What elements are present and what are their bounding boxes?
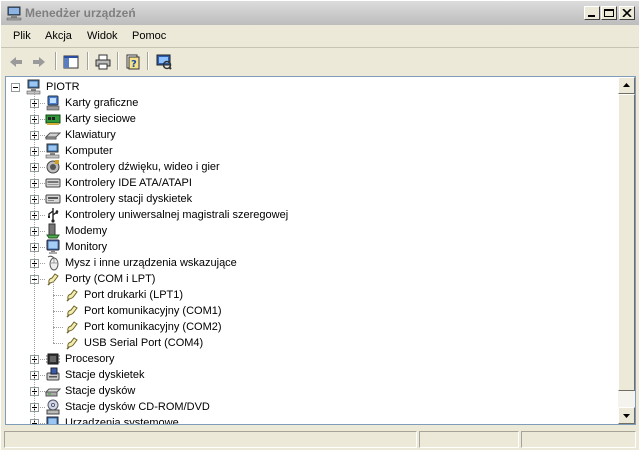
sound-controller-icon [45, 159, 61, 175]
scroll-down-button[interactable] [618, 407, 635, 424]
help-icon: ? [126, 54, 140, 70]
display-adapter-icon [45, 95, 61, 111]
port-icon [64, 319, 80, 335]
collapse-toggle[interactable] [11, 83, 20, 92]
keyboard-icon [44, 127, 62, 143]
floppy-controller-icon [45, 191, 61, 207]
status-pane-main [4, 431, 417, 448]
status-pane-2 [419, 431, 519, 448]
window-title: Menedżer urządzeń [25, 6, 136, 20]
maximize-button[interactable] [601, 6, 617, 20]
device-category[interactable]: Karty graficzne [65, 97, 138, 109]
toolbar-separator [87, 52, 89, 70]
printer-icon [95, 54, 111, 70]
menu-bar: Plik Akcja Widok Pomoc [1, 26, 639, 48]
device-manager-icon [6, 6, 22, 21]
menu-widok[interactable]: Widok [87, 30, 118, 42]
forward-arrow-icon [33, 57, 45, 67]
toolbar-separator [55, 52, 57, 70]
device-category[interactable]: Urządzenia systemowe [65, 417, 179, 424]
back-button[interactable] [6, 52, 26, 72]
device-item[interactable]: USB Serial Port (COM4) [84, 337, 203, 349]
device-item[interactable]: Port komunikacyjny (COM1) [84, 305, 222, 317]
device-category[interactable]: Komputer [65, 145, 113, 157]
menu-plik[interactable]: Plik [13, 30, 31, 42]
device-category[interactable]: Mysz i inne urządzenia wskazujące [65, 257, 237, 269]
device-category[interactable]: Karty sieciowe [65, 113, 136, 125]
device-category[interactable]: Kontrolery IDE ATA/ATAPI [65, 177, 192, 189]
close-icon [622, 9, 632, 17]
device-tree[interactable]: PIOTR Karty graficzne Karty sieciowe Klawia… [5, 76, 636, 425]
toolbar-separator [117, 52, 119, 70]
maximize-icon [604, 9, 614, 17]
ide-controller-icon [45, 175, 61, 191]
computer-icon [45, 143, 61, 159]
mouse-icon [45, 255, 61, 271]
device-manager-window: Menedżer urządzeń Plik Akcja Widok Pomoc [0, 0, 640, 451]
vertical-scrollbar[interactable] [618, 77, 635, 424]
toolbar: ? [1, 48, 639, 75]
tree-connector [53, 343, 63, 345]
close-button[interactable] [619, 6, 635, 20]
tree-connector [34, 91, 36, 423]
menu-pomoc[interactable]: Pomoc [132, 30, 166, 42]
device-category[interactable]: Kontrolery dźwięku, wideo i gier [65, 161, 220, 173]
toolbar-separator [147, 52, 149, 70]
scroll-up-arrow-icon [623, 83, 630, 87]
port-icon [64, 287, 80, 303]
tree-root-label[interactable]: PIOTR [46, 81, 80, 93]
back-arrow-icon [10, 57, 22, 67]
system-device-icon [45, 415, 61, 424]
cdrom-icon [45, 399, 61, 415]
disk-drive-icon [44, 383, 62, 399]
device-category[interactable]: Klawiatury [65, 129, 116, 141]
print-button[interactable] [93, 52, 113, 72]
status-pane-3 [521, 431, 636, 448]
floppy-drive-icon [45, 367, 61, 383]
device-item[interactable]: Port drukarki (LPT1) [84, 289, 183, 301]
device-category[interactable]: Stacje dysków [65, 385, 135, 397]
device-item[interactable]: Port komunikacyjny (COM2) [84, 321, 222, 333]
help-button[interactable]: ? [123, 52, 143, 72]
tree-connector [53, 281, 55, 343]
scan-hardware-changes-button[interactable] [154, 52, 174, 72]
title-bar[interactable]: Menedżer urządzeń [1, 1, 639, 25]
device-category[interactable]: Porty (COM i LPT) [65, 273, 155, 285]
svg-text:?: ? [131, 59, 137, 70]
forward-button[interactable] [29, 52, 49, 72]
minimize-icon [588, 15, 595, 17]
device-category[interactable]: Stacje dysków CD-ROM/DVD [65, 401, 210, 413]
scroll-thumb[interactable] [618, 94, 635, 391]
monitor-icon [45, 239, 61, 255]
device-category[interactable]: Modemy [65, 225, 107, 237]
minimize-button[interactable] [584, 6, 600, 20]
console-tree-icon [63, 55, 79, 69]
show-hide-console-tree-button[interactable] [61, 52, 81, 72]
network-card-icon [45, 111, 61, 127]
port-icon [64, 335, 80, 351]
usb-icon [45, 207, 61, 223]
scroll-up-button[interactable] [618, 77, 635, 94]
menu-akcja[interactable]: Akcja [45, 30, 72, 42]
processor-icon [45, 351, 61, 367]
device-category[interactable]: Stacje dyskietek [65, 369, 144, 381]
device-category[interactable]: Procesory [65, 353, 115, 365]
port-icon [64, 303, 80, 319]
modem-icon [45, 223, 61, 239]
device-category[interactable]: Monitory [65, 241, 107, 253]
scroll-down-arrow-icon [623, 414, 630, 418]
device-category[interactable]: Kontrolery stacji dyskietek [65, 193, 192, 205]
scan-hardware-icon [156, 54, 172, 70]
status-bar [1, 429, 639, 450]
device-category[interactable]: Kontrolery uniwersalnej magistrali szere… [65, 209, 288, 221]
